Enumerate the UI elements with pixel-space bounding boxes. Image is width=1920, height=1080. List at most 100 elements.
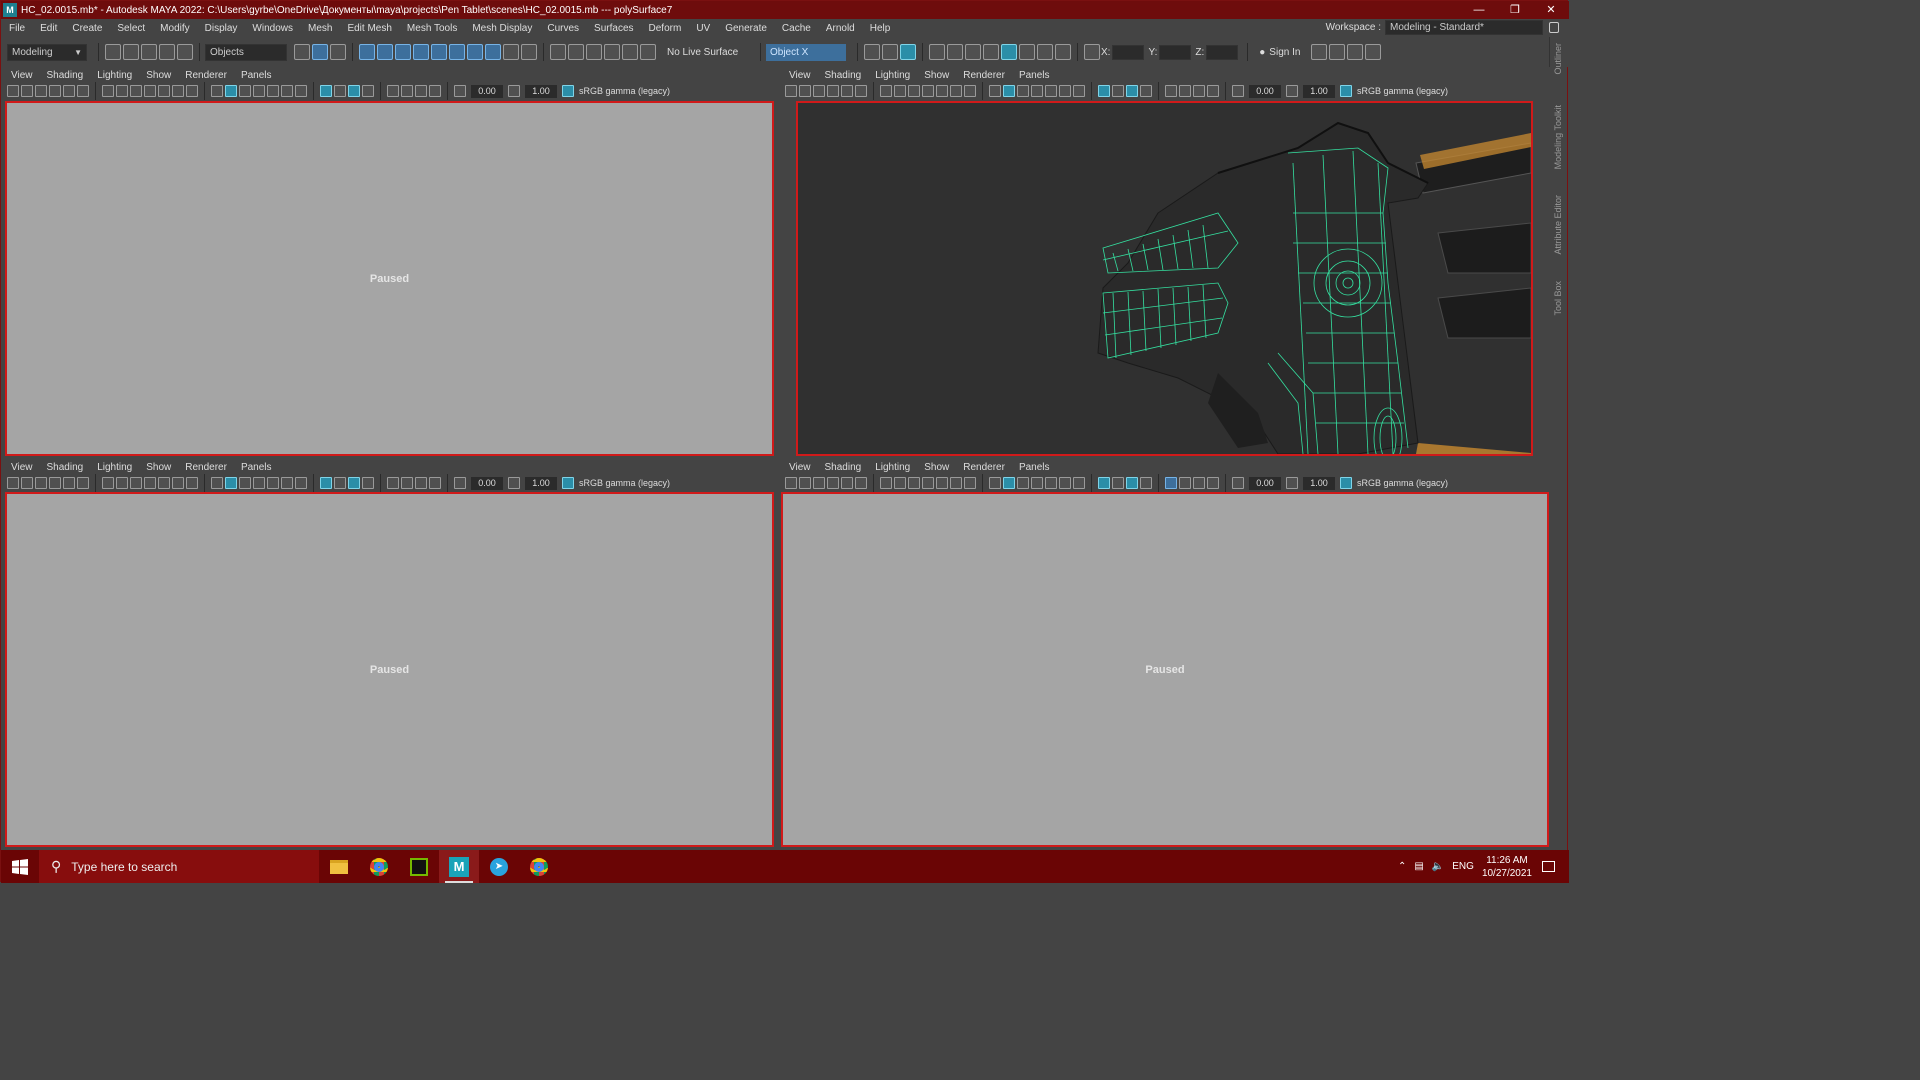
default-material-icon[interactable] [1017,85,1029,97]
taskbar-chrome[interactable] [359,850,399,883]
resolution-gate-icon[interactable] [130,477,142,489]
exposure-field[interactable]: 0.00 [471,476,503,490]
camera-attributes-icon[interactable] [21,85,33,97]
xray-joints-icon[interactable] [415,477,427,489]
viewport-top-left[interactable]: Paused [5,101,774,456]
colorspace-label[interactable]: sRGB gamma (legacy) [579,86,670,96]
wireframe-icon[interactable] [211,85,223,97]
menu-mesh-display[interactable]: Mesh Display [464,23,539,34]
resolution-gate-icon[interactable] [908,85,920,97]
color-management-icon[interactable] [1340,85,1352,97]
depth-of-field-icon[interactable] [1140,477,1152,489]
motion-blur-icon[interactable] [1112,477,1124,489]
exposure-field[interactable]: 0.00 [1249,476,1281,490]
y-input[interactable] [1159,44,1192,60]
panel-menu-lighting[interactable]: Lighting [870,70,915,81]
menu-display[interactable]: Display [197,23,245,34]
bookmark-icon[interactable] [813,477,825,489]
render-current-icon[interactable] [882,44,898,60]
2d-pan-zoom-icon[interactable] [855,85,867,97]
image-plane-icon[interactable] [49,85,61,97]
x-input[interactable] [1112,44,1145,60]
close-icon[interactable]: ✕ [1533,1,1569,19]
menu-windows[interactable]: Windows [244,23,300,34]
xray-joints-icon[interactable] [415,85,427,97]
select-hierarchy-icon[interactable] [294,44,310,60]
soft-select-icon[interactable] [604,44,620,60]
ipr-render-icon[interactable] [900,44,916,60]
image-plane-icon[interactable] [49,477,61,489]
panel-menu-view[interactable]: View [784,70,816,81]
menu-file[interactable]: File [1,23,32,34]
motion-blur-icon[interactable] [334,477,346,489]
arnold-render-icon[interactable] [1001,44,1017,60]
xray-icon[interactable] [1179,477,1191,489]
render-view-icon[interactable] [929,44,945,60]
minimize-icon[interactable]: — [1461,1,1497,19]
panel-menu-lighting[interactable]: Lighting [870,462,915,473]
xray-joints-icon[interactable] [1193,85,1205,97]
tab-modeling-toolkit[interactable]: Modeling Toolkit [1553,105,1563,169]
padlock-icon[interactable] [503,44,519,60]
menu-deform[interactable]: Deform [641,23,689,34]
smooth-shade-icon[interactable] [225,85,237,97]
gamma-field[interactable]: 1.00 [525,84,557,98]
lights-icon[interactable] [281,85,293,97]
panel-menu-renderer[interactable]: Renderer [958,70,1010,81]
gamma-icon[interactable] [508,477,520,489]
wireframe-on-shaded-icon[interactable] [253,477,265,489]
select-component-icon[interactable] [330,44,346,60]
wireframe-icon[interactable] [989,477,1001,489]
wireframe-icon[interactable] [989,85,1001,97]
isolate-select-icon[interactable] [387,477,399,489]
panel-menu-show[interactable]: Show [919,70,954,81]
anti-aliasing-icon[interactable] [1126,85,1138,97]
camera-icon[interactable] [785,477,797,489]
depth-of-field-icon[interactable] [362,477,374,489]
xray-joints-icon[interactable] [1193,477,1205,489]
smooth-shade-icon[interactable] [225,477,237,489]
snap-point-icon[interactable] [395,44,411,60]
colorspace-label[interactable]: sRGB gamma (legacy) [1357,478,1448,488]
tweak-icon[interactable] [586,44,602,60]
colorspace-label[interactable]: sRGB gamma (legacy) [1357,86,1448,96]
menu-edit[interactable]: Edit [32,23,64,34]
light-editor-icon[interactable] [983,44,999,60]
grease-pencil-icon[interactable] [841,477,853,489]
wrench-icon[interactable] [1037,44,1053,60]
exposure-field[interactable]: 0.00 [471,84,503,98]
field-chart-icon[interactable] [936,85,948,97]
notification-icon[interactable] [1542,861,1555,872]
exposure-icon[interactable] [454,85,466,97]
panel-menu-renderer[interactable]: Renderer [180,462,232,473]
history-icon[interactable] [467,44,483,60]
2d-pan-zoom-icon[interactable] [77,477,89,489]
channel-box-icon[interactable] [1365,44,1382,60]
tab-outliner[interactable]: Outliner [1553,43,1563,75]
gate-mask-icon[interactable] [144,477,156,489]
shadows-icon[interactable] [1073,477,1085,489]
grid-icon[interactable] [102,477,114,489]
safe-title-icon[interactable] [186,85,198,97]
ambient-occlusion-icon[interactable] [320,85,332,97]
motion-blur-icon[interactable] [334,85,346,97]
panel-menu-renderer[interactable]: Renderer [180,70,232,81]
field-chart-icon[interactable] [158,477,170,489]
resolution-gate-icon[interactable] [130,85,142,97]
menu-arnold[interactable]: Arnold [818,23,862,34]
panel-menu-show[interactable]: Show [141,462,176,473]
gamma-icon[interactable] [1286,85,1298,97]
panel-menu-lighting[interactable]: Lighting [92,462,137,473]
safe-action-icon[interactable] [950,85,962,97]
depth-of-field-icon[interactable] [362,85,374,97]
undo-icon[interactable] [159,44,175,60]
lock-icon[interactable] [1549,22,1559,33]
menu-mesh-tools[interactable]: Mesh Tools [399,23,464,34]
textured-icon[interactable] [1045,477,1057,489]
depth-of-field-icon[interactable] [1140,85,1152,97]
grease-pencil-icon[interactable] [63,477,75,489]
tool-settings-icon[interactable] [1347,44,1364,60]
smooth-shade-icon[interactable] [1003,477,1015,489]
tab-tool-box[interactable]: Tool Box [1553,281,1563,316]
menu-cache[interactable]: Cache [774,23,818,34]
